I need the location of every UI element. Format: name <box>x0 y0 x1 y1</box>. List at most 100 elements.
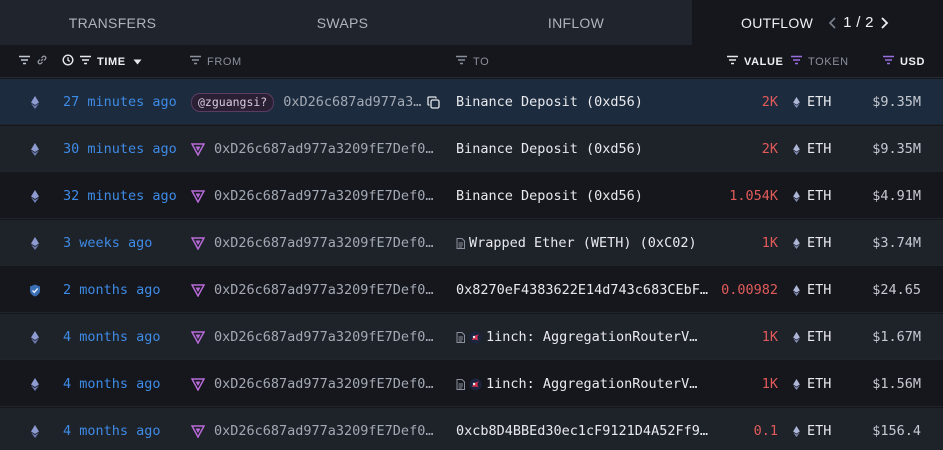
from-cell: 0xD26c687ad977a3209fE7Def0… <box>191 126 433 172</box>
table-row[interactable]: 4 months ago 0xD26c687ad977a3209fE7Def0…… <box>0 314 943 360</box>
token-cell[interactable]: ETH <box>793 267 831 313</box>
tab-inflow[interactable]: INFLOW <box>460 0 692 45</box>
token-cell[interactable]: ETH <box>793 220 831 266</box>
table-row[interactable]: 27 minutes ago @zguangsi? 0xD26c687ad977… <box>0 79 943 125</box>
filter-icon[interactable] <box>882 55 900 68</box>
tab-outflow[interactable]: OUTFLOW 1 / 2 <box>692 0 943 45</box>
ethereum-icon <box>793 378 800 390</box>
filter-icon[interactable] <box>726 55 744 68</box>
table-row[interactable]: 30 minutes ago 0xD26c687ad977a3209fE7Def… <box>0 126 943 172</box>
time-link[interactable]: 4 months ago <box>63 314 161 360</box>
filter-icon[interactable] <box>79 55 97 68</box>
to-address[interactable]: Binance Deposit (0xd56) <box>456 126 643 172</box>
ethereum-icon <box>28 220 42 266</box>
from-address[interactable]: 0xD26c687ad977a3209fE7Def0… <box>214 376 433 392</box>
to-address[interactable]: Binance Deposit (0xd56) <box>456 173 643 219</box>
entity-tag[interactable]: @zguangsi? <box>191 92 275 112</box>
tab-outflow-label: OUTFLOW <box>741 14 814 31</box>
table-row[interactable]: 4 months ago 0xD26c687ad977a3209fE7Def0…… <box>0 361 943 407</box>
to-cell[interactable]: Wrapped Ether (WETH) (0xC02) <box>456 220 697 266</box>
header-usd[interactable]: USD <box>882 45 925 78</box>
time-link[interactable]: 4 months ago <box>63 361 161 407</box>
usd-value: $9.35M <box>872 141 921 157</box>
ethereum-icon <box>28 79 42 125</box>
usd-value: $9.35M <box>872 94 921 110</box>
usd-value: $156.4 <box>872 423 921 439</box>
from-address[interactable]: 0xD26c687ad977a3209fE7Def0… <box>214 141 433 157</box>
header-to[interactable]: TO <box>455 45 489 78</box>
token-symbol: ETH <box>807 141 832 157</box>
from-cell: @zguangsi? 0xD26c687ad977a3… <box>191 79 441 125</box>
1inch-logo-icon <box>469 378 482 391</box>
header-value[interactable]: VALUE <box>726 45 783 78</box>
arkham-entity-icon <box>191 236 205 250</box>
usd-value: $1.67M <box>872 329 921 345</box>
table-header: TIME FROM TO VALUE TOKEN USD <box>0 45 943 78</box>
to-cell[interactable]: 1inch: AggregationRouterV… <box>456 314 697 360</box>
value-amount: 0.00982 <box>721 282 778 298</box>
ethereum-icon <box>793 331 800 343</box>
value-amount: 2K <box>761 94 778 110</box>
from-cell: 0xD26c687ad977a3209fE7Def0… <box>191 408 433 450</box>
shield-icon <box>28 267 42 313</box>
to-address[interactable]: Wrapped Ether (WETH) (0xC02) <box>469 235 697 251</box>
usd-value: $3.74M <box>872 235 921 251</box>
token-cell[interactable]: ETH <box>793 314 831 360</box>
chevron-left-icon[interactable] <box>826 13 840 33</box>
tab-bar: TRANSFERS SWAPS INFLOW OUTFLOW 1 / 2 <box>0 0 943 45</box>
header-token[interactable]: TOKEN <box>790 45 849 78</box>
from-address[interactable]: 0xD26c687ad977a3209fE7Def0… <box>214 188 433 204</box>
time-link[interactable]: 2 months ago <box>63 267 161 313</box>
from-address[interactable]: 0xD26c687ad977a3209fE7Def0… <box>214 423 433 439</box>
link-icon[interactable] <box>36 54 53 69</box>
header-time[interactable]: TIME <box>62 45 147 78</box>
contract-icon <box>456 378 465 390</box>
time-link[interactable]: 32 minutes ago <box>63 173 177 219</box>
from-address[interactable]: 0xD26c687ad977a3… <box>283 94 421 110</box>
to-address[interactable]: Binance Deposit (0xd56) <box>456 79 643 125</box>
token-cell[interactable]: ETH <box>793 126 831 172</box>
table-row[interactable]: 32 minutes ago 0xD26c687ad977a3209fE7Def… <box>0 173 943 219</box>
time-link[interactable]: 3 weeks ago <box>63 220 152 266</box>
value-amount: 2K <box>761 141 778 157</box>
to-address[interactable]: 0xcb8D4BBEd30ec1cF9121D4A52Ff9… <box>456 408 708 450</box>
from-cell: 0xD26c687ad977a3209fE7Def0… <box>191 267 433 313</box>
table-row[interactable]: 4 months ago 0xD26c687ad977a3209fE7Def0…… <box>0 408 943 450</box>
copy-icon[interactable] <box>427 95 441 109</box>
filter-icon[interactable] <box>455 55 473 68</box>
to-address[interactable]: 1inch: AggregationRouterV… <box>486 329 697 345</box>
token-cell[interactable]: ETH <box>793 173 831 219</box>
tab-transfers[interactable]: TRANSFERS <box>0 0 225 45</box>
to-address[interactable]: 1inch: AggregationRouterV… <box>486 376 697 392</box>
token-symbol: ETH <box>807 188 832 204</box>
ethereum-icon <box>28 173 42 219</box>
token-cell[interactable]: ETH <box>793 408 831 450</box>
from-address[interactable]: 0xD26c687ad977a3209fE7Def0… <box>214 329 433 345</box>
time-link[interactable]: 30 minutes ago <box>63 126 177 172</box>
chevron-right-icon[interactable] <box>877 13 891 33</box>
header-filter-link[interactable] <box>18 45 53 78</box>
table-row[interactable]: 3 weeks ago 0xD26c687ad977a3209fE7Def0… … <box>0 220 943 266</box>
time-link[interactable]: 27 minutes ago <box>63 79 177 125</box>
time-link[interactable]: 4 months ago <box>63 408 161 450</box>
to-cell[interactable]: 1inch: AggregationRouterV… <box>456 361 697 407</box>
clock-icon <box>62 54 79 69</box>
ethereum-icon <box>28 361 42 407</box>
header-usd-label: USD <box>900 55 926 68</box>
header-from[interactable]: FROM <box>189 45 242 78</box>
table-row[interactable]: 2 months ago 0xD26c687ad977a3209fE7Def0…… <box>0 267 943 313</box>
tab-swaps[interactable]: SWAPS <box>225 0 460 45</box>
to-address[interactable]: 0x8270eF4383622E14d743c683CEbF… <box>456 267 708 313</box>
usd-value: $4.91M <box>872 188 921 204</box>
from-address[interactable]: 0xD26c687ad977a3209fE7Def0… <box>214 282 433 298</box>
sort-desc-icon[interactable] <box>133 56 147 68</box>
token-cell[interactable]: ETH <box>793 79 831 125</box>
from-address[interactable]: 0xD26c687ad977a3209fE7Def0… <box>214 235 433 251</box>
token-cell[interactable]: ETH <box>793 361 831 407</box>
filter-icon[interactable] <box>18 55 36 68</box>
filter-icon[interactable] <box>790 55 808 68</box>
filter-icon[interactable] <box>189 55 207 68</box>
value-amount: 1K <box>761 329 778 345</box>
arkham-entity-icon <box>191 377 205 391</box>
header-from-label: FROM <box>207 55 242 68</box>
